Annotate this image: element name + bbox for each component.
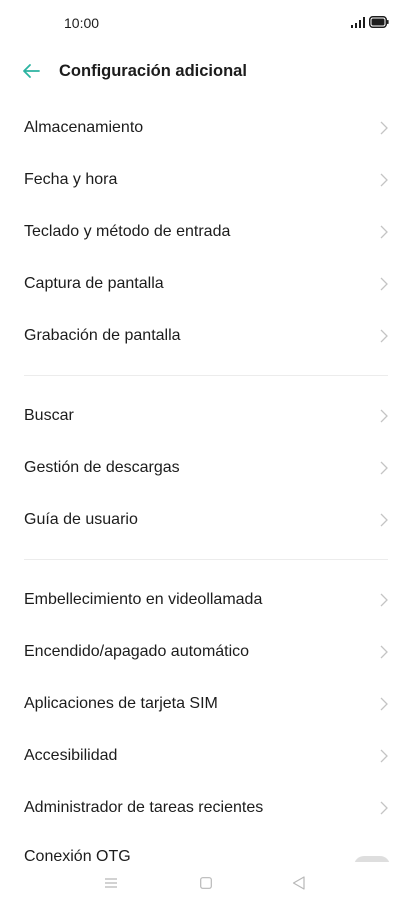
setting-label: Accesibilidad	[24, 747, 118, 764]
back-triangle-icon[interactable]	[292, 876, 306, 890]
chevron-right-icon	[380, 277, 388, 291]
chevron-right-icon	[380, 593, 388, 607]
setting-label: Almacenamiento	[24, 119, 144, 136]
status-time: 10:00	[64, 15, 100, 31]
signal-icon	[351, 17, 365, 28]
setting-item-gestion-de-descargas[interactable]: Gestión de descargas	[0, 442, 412, 494]
group-separator	[0, 546, 412, 574]
chevron-right-icon	[380, 173, 388, 187]
chevron-right-icon	[380, 409, 388, 423]
setting-item-embellecimiento[interactable]: Embellecimiento en videollamada	[0, 574, 412, 626]
setting-label: Teclado y método de entrada	[24, 223, 231, 240]
arrow-left-icon[interactable]	[20, 60, 42, 82]
setting-label: Administrador de tareas recientes	[24, 799, 264, 816]
chevron-right-icon	[380, 461, 388, 475]
setting-label: Aplicaciones de tarjeta SIM	[24, 695, 218, 712]
chevron-right-icon	[380, 513, 388, 527]
setting-label: Captura de pantalla	[24, 275, 164, 292]
navigation-bar	[0, 862, 412, 906]
setting-label: Buscar	[24, 407, 74, 424]
divider	[24, 559, 388, 560]
setting-label: Gestión de descargas	[24, 459, 180, 476]
setting-label: Fecha y hora	[24, 171, 118, 188]
setting-item-captura-de-pantalla[interactable]: Captura de pantalla	[0, 258, 412, 310]
setting-item-fecha-y-hora[interactable]: Fecha y hora	[0, 154, 412, 206]
chevron-right-icon	[380, 225, 388, 239]
setting-label: Guía de usuario	[24, 511, 138, 528]
setting-item-almacenamiento[interactable]: Almacenamiento	[0, 102, 412, 154]
setting-item-aplicaciones-sim[interactable]: Aplicaciones de tarjeta SIM	[0, 678, 412, 730]
header: Configuración adicional	[0, 46, 412, 96]
setting-label: Embellecimiento en videollamada	[24, 591, 263, 608]
status-bar: 10:00	[0, 0, 412, 46]
chevron-right-icon	[380, 749, 388, 763]
setting-item-teclado[interactable]: Teclado y método de entrada	[0, 206, 412, 258]
chevron-right-icon	[380, 329, 388, 343]
page-title: Configuración adicional	[59, 62, 247, 80]
home-square-icon[interactable]	[200, 877, 212, 889]
setting-item-grabacion-de-pantalla[interactable]: Grabación de pantalla	[0, 310, 412, 362]
chevron-right-icon	[380, 121, 388, 135]
setting-item-accesibilidad[interactable]: Accesibilidad	[0, 730, 412, 782]
setting-item-buscar[interactable]: Buscar	[0, 390, 412, 442]
setting-item-guia-de-usuario[interactable]: Guía de usuario	[0, 494, 412, 546]
setting-label: Conexión OTG	[24, 848, 131, 862]
setting-item-administrador-tareas[interactable]: Administrador de tareas recientes	[0, 782, 412, 834]
menu-icon[interactable]	[105, 878, 117, 888]
setting-item-encendido-apagado[interactable]: Encendido/apagado automático	[0, 626, 412, 678]
battery-icon	[369, 16, 389, 28]
chevron-right-icon	[380, 801, 388, 815]
setting-label: Grabación de pantalla	[24, 327, 181, 344]
group-separator	[0, 362, 412, 390]
settings-list: Almacenamiento Fecha y hora Teclado y mé…	[0, 102, 412, 834]
chevron-right-icon	[380, 697, 388, 711]
chevron-right-icon	[380, 645, 388, 659]
setting-label: Encendido/apagado automático	[24, 643, 250, 660]
divider	[24, 375, 388, 376]
setting-item-conexion-otg[interactable]: Conexión OTG	[0, 842, 412, 862]
